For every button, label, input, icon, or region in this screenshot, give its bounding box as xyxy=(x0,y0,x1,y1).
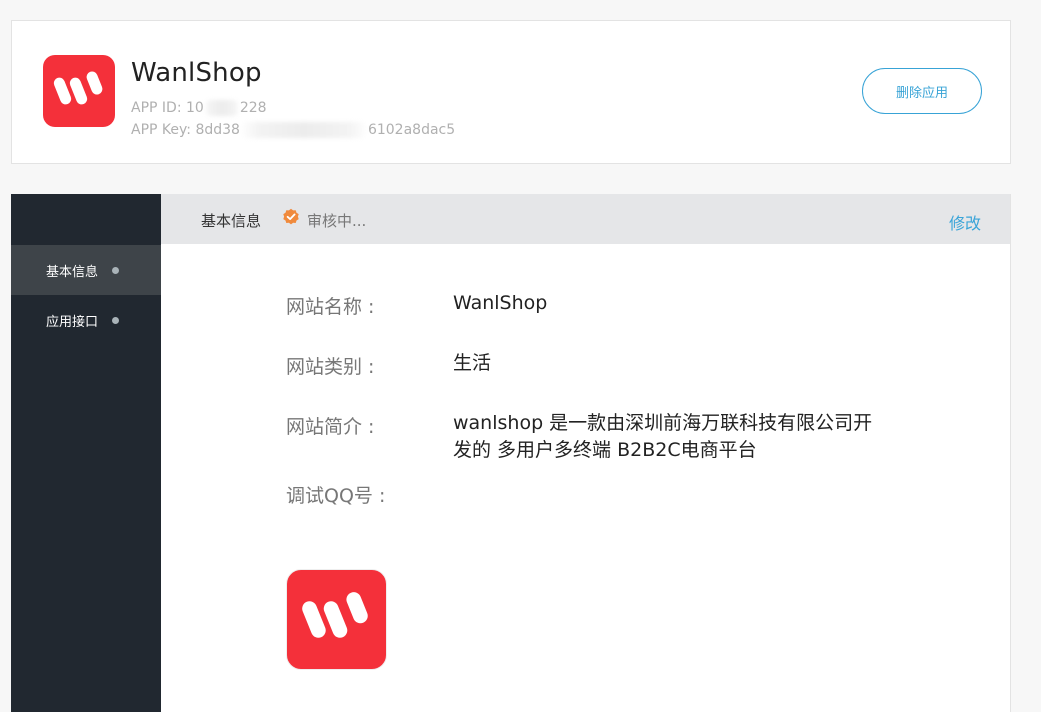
dot-icon xyxy=(112,316,120,324)
sidebar: 基本信息 应用接口 xyxy=(11,194,161,712)
dot-icon xyxy=(112,266,120,274)
app-key-suffix: 6102a8dac5 xyxy=(367,122,456,138)
app-icon-preview xyxy=(286,569,387,670)
site-category-value: 生活 xyxy=(453,352,492,374)
site-desc-label: 网站简介 : xyxy=(286,416,375,438)
verified-badge-icon xyxy=(283,208,299,225)
app-detail-panel: 基本信息 应用接口 基本信息 审核中... 修改 网站名称 : WanlShop… xyxy=(11,194,1011,712)
wanlshop-logo-icon xyxy=(43,55,115,127)
edit-link[interactable]: 修改 xyxy=(949,210,981,234)
sidebar-item-label: 应用接口 xyxy=(46,314,99,330)
site-category-label: 网站类别 : xyxy=(286,356,375,378)
site-desc-value: wanlshop 是一款由深圳前海万联科技有限公司开发的 多用户多终端 B2B2… xyxy=(453,412,873,461)
delete-app-button[interactable]: 删除应用 xyxy=(862,68,982,114)
site-name-label: 网站名称 : xyxy=(286,296,375,318)
sidebar-item-basic-info[interactable]: 基本信息 xyxy=(11,245,161,295)
sidebar-item-app-api[interactable]: 应用接口 xyxy=(11,295,161,345)
section-topbar: 基本信息 审核中... 修改 xyxy=(161,194,1010,244)
sidebar-item-label: 基本信息 xyxy=(46,264,99,280)
app-key-label: APP Key: xyxy=(131,122,191,138)
site-name-value: WanlShop xyxy=(453,292,548,314)
review-status: 审核中... xyxy=(307,212,367,230)
app-id: APP ID: 10 228 xyxy=(131,100,267,116)
redacted-mask xyxy=(203,100,240,116)
redacted-mask xyxy=(239,122,368,138)
app-id-label: APP ID: xyxy=(131,100,182,116)
section-title: 基本信息 xyxy=(201,212,262,230)
app-header-card: WanlShop APP ID: 10 228 APP Key: 8dd38 610… xyxy=(11,20,1011,164)
debug-qq-label: 调试QQ号 : xyxy=(286,485,386,507)
app-id-prefix: 10 xyxy=(186,100,204,116)
app-key: APP Key: 8dd38 6102a8dac5 xyxy=(131,122,455,138)
app-name: WanlShop xyxy=(131,58,262,88)
wanlshop-logo-icon xyxy=(302,592,368,638)
app-id-suffix: 228 xyxy=(239,100,267,116)
app-key-prefix: 8dd38 xyxy=(195,122,240,138)
